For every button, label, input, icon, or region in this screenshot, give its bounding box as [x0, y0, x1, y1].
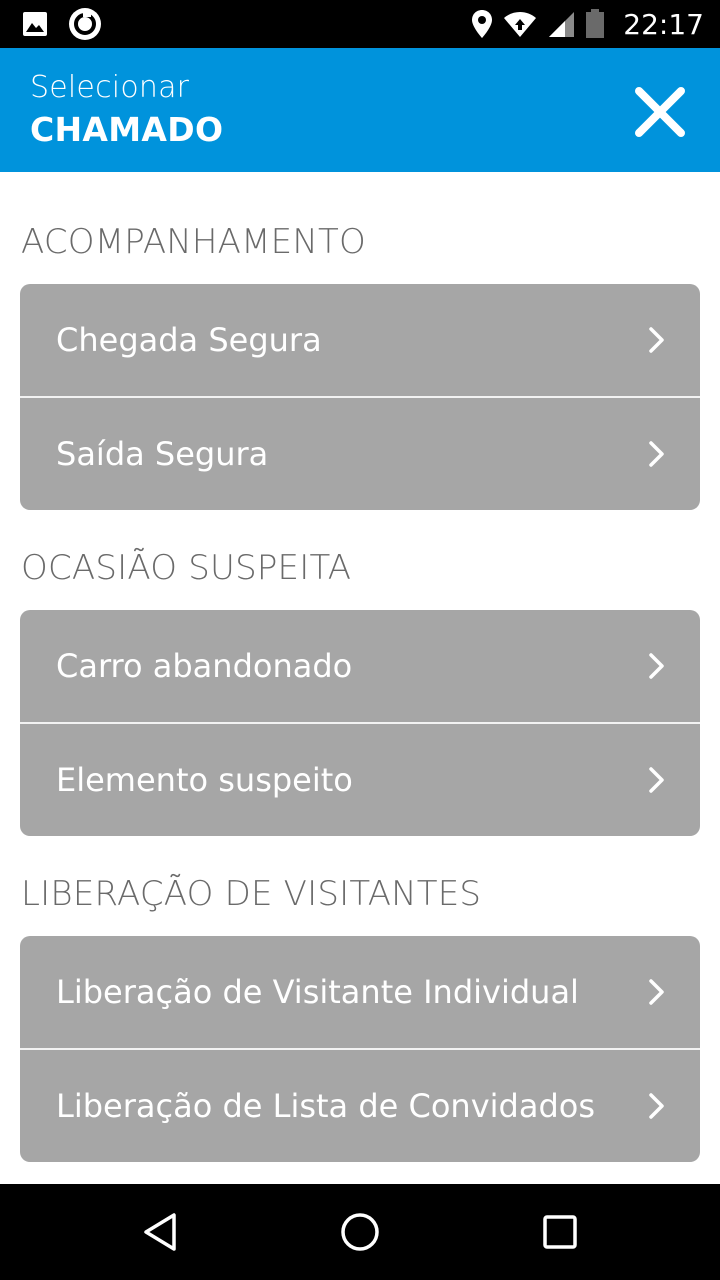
section-title-acompanhamento: ACOMPANHAMENTO — [21, 222, 366, 262]
list-item-label: Carro abandonado — [56, 647, 353, 685]
header-subtitle: Selecionar — [30, 70, 190, 105]
home-circle-icon — [341, 1213, 379, 1251]
section-title-liberacao-de-visitantes: LIBERAÇÃO DE VISITANTES — [21, 874, 482, 914]
list-item-carro-abandonado[interactable]: Carro abandonado — [20, 610, 700, 722]
status-time: 22:17 — [623, 7, 704, 41]
recents-square-icon — [543, 1215, 577, 1249]
chevron-right-icon — [649, 979, 664, 1005]
home-button[interactable] — [340, 1212, 380, 1252]
list-item-label: Elemento suspeito — [56, 761, 353, 799]
chevron-right-icon — [649, 767, 664, 793]
battery-icon — [585, 9, 605, 39]
section-group-ocasiao-suspeita: Carro abandonado Elemento suspeito — [20, 610, 700, 836]
chevron-right-icon — [649, 653, 664, 679]
list-item-label: Saída Segura — [56, 435, 269, 473]
list-item-chegada-segura[interactable]: Chegada Segura — [20, 284, 700, 396]
navigation-bar — [0, 1184, 720, 1280]
list-item-label: Liberação de Visitante Individual — [56, 973, 579, 1011]
chevron-right-icon — [649, 327, 664, 353]
section-group-liberacao-de-visitantes: Liberação de Visitante Individual Libera… — [20, 936, 700, 1162]
sync-circle-icon — [68, 7, 102, 41]
status-bar: 22:17 — [0, 0, 720, 48]
wifi-icon — [503, 10, 537, 38]
list-item-lista-de-convidados[interactable]: Liberação de Lista de Convidados — [20, 1048, 700, 1162]
page-title: CHAMADO — [30, 110, 224, 149]
list-item-elemento-suspeito[interactable]: Elemento suspeito — [20, 722, 700, 836]
list-item-label: Liberação de Lista de Convidados — [56, 1087, 596, 1125]
close-button[interactable] — [630, 82, 690, 142]
close-icon — [635, 87, 685, 137]
back-button[interactable] — [140, 1212, 180, 1252]
back-triangle-icon — [144, 1213, 176, 1251]
chevron-right-icon — [649, 441, 664, 467]
location-pin-icon — [471, 9, 493, 39]
list-item-visitante-individual[interactable]: Liberação de Visitante Individual — [20, 936, 700, 1048]
list-item-label: Chegada Segura — [56, 321, 322, 359]
recents-button[interactable] — [540, 1212, 580, 1252]
section-group-acompanhamento: Chegada Segura Saída Segura — [20, 284, 700, 510]
section-title-ocasiao-suspeita: OCASIÃO SUSPEITA — [21, 548, 352, 588]
cell-signal-icon — [547, 10, 575, 38]
app-bar: Selecionar CHAMADO — [0, 48, 720, 172]
chevron-right-icon — [649, 1093, 664, 1119]
chamado-list: ACOMPANHAMENTO Chegada Segura Saída Segu… — [0, 172, 720, 1162]
list-item-saida-segura[interactable]: Saída Segura — [20, 396, 700, 510]
image-icon — [22, 11, 48, 37]
